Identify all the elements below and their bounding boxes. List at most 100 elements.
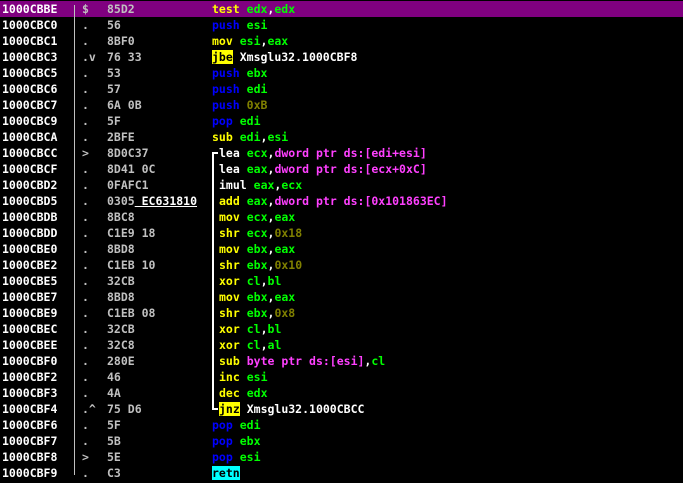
listing-row[interactable]: 1000CBEC. 32CB xor cl,bl <box>0 321 683 337</box>
listing-row[interactable]: 1000CBE9. C1EB 08 shr ebx,0x8 <box>0 305 683 321</box>
address-cell[interactable]: 1000CBF2 <box>2 369 57 385</box>
address-cell[interactable]: 1000CBDB <box>2 209 57 225</box>
address-cell[interactable]: 1000CBE0 <box>2 241 57 257</box>
address-cell[interactable]: 1000CBC1 <box>2 33 57 49</box>
disassembly-cell[interactable]: lea eax,dword ptr ds:[ecx+0xC] <box>219 161 427 177</box>
address-cell[interactable]: 1000CBC5 <box>2 65 57 81</box>
address-cell[interactable]: 1000CBF4 <box>2 401 57 417</box>
hex-bytes-cell[interactable]: 0FAFC1 <box>107 177 149 193</box>
address-cell[interactable]: 1000CBE7 <box>2 289 57 305</box>
hex-bytes-cell[interactable]: 56 <box>107 17 121 33</box>
disassembly-cell[interactable]: sub byte ptr ds:[esi],cl <box>219 353 385 369</box>
listing-row[interactable]: 1000CBC7. 6A 0B push 0xB <box>0 97 683 113</box>
hex-bytes-cell[interactable]: 8D41 0C <box>107 161 155 177</box>
hex-bytes-cell[interactable]: 32CB <box>107 321 135 337</box>
disassembly-cell[interactable]: sub edi,esi <box>212 129 288 145</box>
hex-bytes-cell[interactable]: 5B <box>107 433 121 449</box>
hex-bytes-cell[interactable]: 5F <box>107 417 121 433</box>
address-cell[interactable]: 1000CBC9 <box>2 113 57 129</box>
hex-bytes-cell[interactable]: 8BF0 <box>107 33 135 49</box>
listing-row[interactable]: 1000CBF4 .^ 75 D6 jnz Xmsglu32.1000CBCC <box>0 401 683 417</box>
hex-bytes-cell[interactable]: 75 D6 <box>107 401 142 417</box>
address-cell[interactable]: 1000CBF9 <box>2 465 57 481</box>
listing-row[interactable]: 1000CBC1. 8BF0 mov esi,eax <box>0 33 683 49</box>
address-cell[interactable]: 1000CBF0 <box>2 353 57 369</box>
address-cell[interactable]: 1000CBF8 <box>2 449 57 465</box>
disassembly-cell[interactable]: pop edi <box>212 113 261 129</box>
address-cell[interactable]: 1000CBC6 <box>2 81 57 97</box>
disassembly-cell[interactable]: mov ebx,eax <box>219 241 295 257</box>
address-cell[interactable]: 1000CBE5 <box>2 273 57 289</box>
disassembly-cell[interactable]: inc esi <box>219 369 268 385</box>
listing-row[interactable]: 1000CBC0. 56 push esi <box>0 17 683 33</box>
hex-bytes-cell[interactable]: 32C8 <box>107 337 135 353</box>
hex-bytes-cell[interactable]: 46 <box>107 369 121 385</box>
disassembly-cell[interactable]: retn <box>212 465 240 481</box>
address-cell[interactable]: 1000CBDD <box>2 225 57 241</box>
listing-row[interactable]: 1000CBF6. 5F pop edi <box>0 417 683 433</box>
listing-row[interactable]: 1000CBF2. 46 inc esi <box>0 369 683 385</box>
address-cell[interactable]: 1000CBBE <box>2 1 57 17</box>
listing-row[interactable]: 1000CBF3. 4A dec edx <box>0 385 683 401</box>
address-cell[interactable]: 1000CBCC <box>2 145 57 161</box>
hex-bytes-cell[interactable]: 5F <box>107 113 121 129</box>
listing-row[interactable]: 1000CBF9. C3 retn <box>0 465 683 481</box>
disassembly-cell[interactable]: mov ecx,eax <box>219 209 295 225</box>
disassembly-cell[interactable]: jbe Xmsglu32.1000CBF8 <box>212 49 357 65</box>
hex-bytes-cell[interactable]: 76 33 <box>107 49 142 65</box>
hex-bytes-cell[interactable]: C1E9 18 <box>107 225 155 241</box>
listing-row[interactable]: 1000CBD5. 0305 EC631810 add eax,dword ptr … <box>0 193 683 209</box>
disassembly-cell[interactable]: push edi <box>212 81 267 97</box>
hex-bytes-cell[interactable]: 8D0C37 <box>107 145 149 161</box>
address-cell[interactable]: 1000CBCF <box>2 161 57 177</box>
listing-row[interactable]: 1000CBDB. 8BC8 mov ecx,eax <box>0 209 683 225</box>
listing-row[interactable]: 1000CBCA. 2BFE sub edi,esi <box>0 129 683 145</box>
hex-bytes-cell[interactable]: 6A 0B <box>107 97 142 113</box>
address-cell[interactable]: 1000CBC3 <box>2 49 57 65</box>
disassembly-cell[interactable]: push ebx <box>212 65 267 81</box>
disassembly-cell[interactable]: shr ecx,0x18 <box>219 225 302 241</box>
disassembly-cell[interactable]: push esi <box>212 17 267 33</box>
disassembly-cell[interactable]: pop ebx <box>212 433 261 449</box>
listing-row[interactable]: 1000CBF8 >5E pop esi <box>0 449 683 465</box>
hex-bytes-cell[interactable]: 0305 EC631810 <box>107 193 197 209</box>
address-cell[interactable]: 1000CBEC <box>2 321 57 337</box>
listing-row[interactable]: 1000CBCF. 8D41 0C lea eax,dword ptr ds:[ec… <box>0 161 683 177</box>
disassembly-cell[interactable]: shr ebx,0x10 <box>219 257 302 273</box>
address-cell[interactable]: 1000CBC0 <box>2 17 57 33</box>
disassembly-cell[interactable]: shr ebx,0x8 <box>219 305 295 321</box>
disassembly-cell[interactable]: lea ecx,dword ptr ds:[edi+esi] <box>219 145 427 161</box>
address-cell[interactable]: 1000CBC7 <box>2 97 57 113</box>
listing-row[interactable]: 1000CBD2. 0FAFC1 imul eax,ecx <box>0 177 683 193</box>
listing-row[interactable]: 1000CBC3 .v 76 33 jbe Xmsglu32.1000CBF8 <box>0 49 683 65</box>
disassembly-cell[interactable]: test edx,edx <box>212 1 295 17</box>
hex-bytes-cell[interactable]: 4A <box>107 385 121 401</box>
disassembly-cell[interactable]: jnz Xmsglu32.1000CBCC <box>219 401 364 417</box>
listing-row[interactable]: 1000CBE0. 8BD8 mov ebx,eax <box>0 241 683 257</box>
hex-bytes-cell[interactable]: 8BD8 <box>107 289 135 305</box>
hex-bytes-cell[interactable]: 32CB <box>107 273 135 289</box>
hex-bytes-cell[interactable]: C1EB 10 <box>107 257 155 273</box>
address-cell[interactable]: 1000CBF7 <box>2 433 57 449</box>
hex-bytes-cell[interactable]: 280E <box>107 353 135 369</box>
hex-bytes-cell[interactable]: 8BC8 <box>107 209 135 225</box>
listing-row[interactable]: 1000CBC5. 53 push ebx <box>0 65 683 81</box>
disassembly-cell[interactable]: dec edx <box>219 385 268 401</box>
listing-row[interactable]: 1000CBC9. 5F pop edi <box>0 113 683 129</box>
hex-bytes-cell[interactable]: 85D2 <box>107 1 135 17</box>
disassembly-cell[interactable]: pop esi <box>212 449 261 465</box>
disassembly-cell[interactable]: imul eax,ecx <box>219 177 302 193</box>
address-cell[interactable]: 1000CBF6 <box>2 417 57 433</box>
disassembly-cell[interactable]: xor cl,al <box>219 337 281 353</box>
listing-row[interactable]: 1000CBF7. 5B pop ebx <box>0 433 683 449</box>
address-cell[interactable]: 1000CBD2 <box>2 177 57 193</box>
listing-row[interactable]: 1000CBE5. 32CB xor cl,bl <box>0 273 683 289</box>
listing-row[interactable]: 1000CBBE $85D2 test edx,edx <box>0 1 683 17</box>
disassembly-cell[interactable]: pop edi <box>212 417 261 433</box>
address-cell[interactable]: 1000CBCA <box>2 129 57 145</box>
hex-bytes-cell[interactable]: 5E <box>107 449 121 465</box>
address-cell[interactable]: 1000CBEE <box>2 337 57 353</box>
address-cell[interactable]: 1000CBE9 <box>2 305 57 321</box>
disassembly-cell[interactable]: mov esi,eax <box>212 33 288 49</box>
address-cell[interactable]: 1000CBF3 <box>2 385 57 401</box>
